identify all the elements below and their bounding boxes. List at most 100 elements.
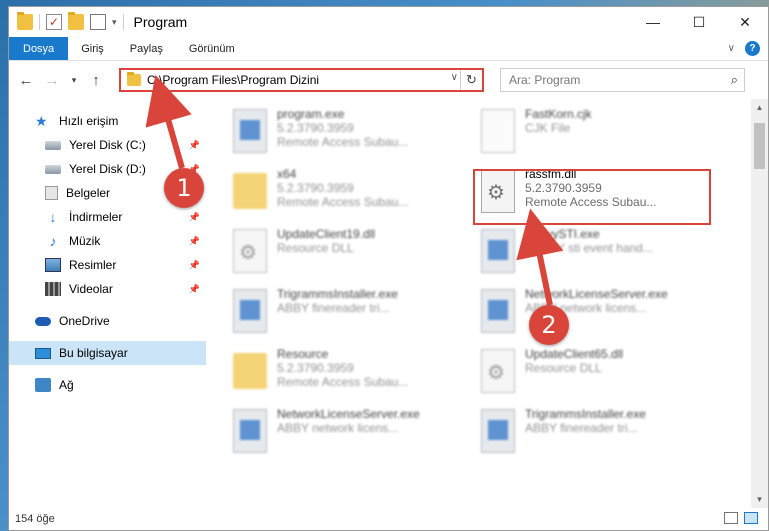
address-row: ← → ▾ ↑ C:\Program Files\Program Dizini … — [9, 61, 768, 99]
tab-home[interactable]: Giriş — [68, 37, 117, 60]
view-switcher — [724, 512, 758, 524]
file-detail: ABBY finereader tri... — [525, 421, 638, 435]
exe-icon — [233, 109, 267, 153]
sidebar-item-10[interactable]: Ağ — [9, 373, 206, 397]
sidebar-item-5[interactable]: ♪ Müzik 📌 — [9, 229, 206, 253]
file-name: NetworkLicenseServer.exe — [277, 407, 420, 421]
window-title: Program — [133, 14, 188, 30]
file-name: UpdateClient65.dll — [525, 347, 624, 361]
dll-gear-icon — [481, 349, 515, 393]
file-item[interactable]: Resource 5.2.3790.3959 Remote Access Subau… — [233, 345, 473, 401]
download-icon: ↓ — [49, 209, 57, 225]
tab-view[interactable]: Görünüm — [176, 37, 248, 60]
details-view-icon[interactable] — [724, 512, 738, 524]
file-icon — [481, 109, 515, 153]
sidebar-item-label: Videolar — [69, 282, 113, 296]
file-item[interactable]: UpdateClient19.dllResource DLL — [233, 225, 473, 281]
main-area: ★ Hızlı erişim Yerel Disk (C:) 📌 Yerel Disk … — [9, 99, 768, 508]
file-item[interactable]: TrigrammsInstaller.exe ABBY finereader tr… — [233, 285, 473, 341]
file-text: Resource 5.2.3790.3959 Remote Access Subau… — [277, 345, 408, 389]
new-folder-icon[interactable] — [68, 12, 84, 30]
folder-icon — [17, 12, 33, 30]
toolbar-dropdown-icon[interactable]: ▾ — [112, 17, 117, 28]
search-placeholder[interactable]: Ara: Program — [509, 73, 580, 87]
tab-share[interactable]: Paylaş — [117, 37, 176, 60]
file-item[interactable]: NetworkLicenseServer.exe ABBY network lic… — [233, 405, 473, 461]
pin-icon[interactable]: 📌 — [189, 260, 200, 271]
folder-icon — [233, 173, 267, 209]
sidebar-item-7[interactable]: Videolar 📌 — [9, 277, 206, 301]
cloud-icon — [35, 316, 51, 326]
sidebar-item-label: Belgeler — [66, 186, 111, 200]
exe-icon — [481, 289, 515, 333]
refresh-button[interactable]: ↻ — [460, 70, 482, 90]
pin-icon[interactable]: 📌 — [189, 212, 200, 223]
sidebar-item-4[interactable]: ↓ İndirmeler 📌 — [9, 205, 206, 229]
sidebar-item-9[interactable]: Bu bilgisayar — [9, 341, 206, 365]
disk-icon — [45, 140, 61, 150]
file-item[interactable]: UpdateClient65.dllResource DLL — [481, 345, 721, 401]
file-text: program.exe 5.2.3790.3959 Remote Access Su… — [277, 105, 408, 149]
file-item[interactable]: AbbyySTI.exe ABBYY sti event hand... — [481, 225, 721, 281]
file-text: FastKorn.cjk CJK File — [525, 105, 592, 135]
dll-gear-icon — [233, 229, 267, 273]
sidebar-item-8[interactable]: OneDrive — [9, 309, 206, 333]
file-list: program.exe 5.2.3790.3959 Remote Access Su… — [207, 99, 768, 508]
computer-icon — [35, 347, 51, 359]
expand-ribbon-icon[interactable]: ∨ — [728, 43, 735, 54]
close-button[interactable]: ✕ — [722, 7, 768, 37]
highlight-box-file — [473, 169, 711, 225]
help-icon[interactable]: ? — [745, 41, 760, 56]
customize-toolbar-icon[interactable] — [90, 14, 106, 30]
file-detail: 5.2.3790.3959 — [277, 121, 354, 135]
address-dropdown-icon[interactable]: ∨ — [451, 72, 458, 83]
pin-icon[interactable]: 📌 — [189, 284, 200, 295]
file-description: Remote Access Subau... — [277, 195, 409, 209]
file-text: UpdateClient65.dll Resource DLL — [525, 345, 623, 375]
videos-icon — [45, 282, 61, 296]
back-button[interactable]: ← — [15, 72, 37, 89]
scroll-thumb[interactable] — [754, 123, 765, 169]
maximize-button[interactable]: ☐ — [676, 7, 722, 37]
recent-locations-button[interactable]: ▾ — [67, 75, 81, 86]
pin-icon[interactable]: 📌 — [189, 236, 200, 247]
scroll-up-icon[interactable]: ▲ — [751, 99, 768, 116]
tab-file[interactable]: Dosya — [9, 37, 69, 60]
sidebar-item-label: Müzik — [69, 234, 101, 248]
file-item[interactable]: TrigrammsInstaller.exe ABBY finereader tr… — [481, 405, 721, 461]
tiles-view-icon[interactable] — [744, 512, 758, 524]
file-item[interactable]: program.exe 5.2.3790.3959 Remote Access Su… — [233, 105, 473, 161]
vertical-scrollbar[interactable]: ▲ ▼ — [751, 99, 768, 508]
address-bar[interactable]: C:\Program Files\Program Dizini ∨ ↻ — [119, 68, 484, 92]
up-button[interactable]: ↑ — [85, 72, 107, 89]
file-item[interactable]: x64 5.2.3790.3959 Remote Access Subau... — [233, 165, 473, 221]
file-name: AbbyySTI.exe — [525, 227, 600, 241]
item-count: 154 öğe — [15, 513, 55, 525]
file-detail: ABBYY sti event hand... — [525, 241, 653, 255]
file-detail: CJK File — [525, 121, 571, 135]
ribbon-tabs: Dosya Giriş Paylaş Görünüm ∨ ? — [9, 37, 768, 61]
file-detail: Resource DLL — [277, 241, 354, 255]
properties-check-icon[interactable]: ✓ — [46, 14, 62, 30]
file-item[interactable]: FastKorn.cjk CJK File — [481, 105, 721, 161]
sidebar-item-1[interactable]: Yerel Disk (C:) 📌 — [9, 133, 206, 157]
pictures-icon — [45, 258, 61, 272]
search-icon[interactable]: ⌕ — [731, 72, 738, 88]
file-item[interactable]: NetworkLicenseServer.exe ABBY network lic… — [481, 285, 721, 341]
step-marker-1: 1 — [164, 168, 204, 208]
title-bar: ✓ ▾ Program — ☐ ✕ — [9, 7, 768, 37]
address-path[interactable]: C:\Program Files\Program Dizini — [147, 73, 319, 87]
pin-icon[interactable]: 📌 — [189, 140, 200, 151]
search-box[interactable]: Ara: Program ⌕ — [500, 68, 745, 92]
sidebar-item-0[interactable]: ★ Hızlı erişim — [9, 109, 206, 133]
status-bar: 154 öğe — [9, 508, 768, 530]
forward-button[interactable]: → — [41, 72, 63, 89]
scroll-down-icon[interactable]: ▼ — [751, 491, 768, 508]
quick-access-toolbar: ✓ ▾ — [9, 12, 124, 30]
minimize-button[interactable]: — — [630, 7, 676, 37]
file-text: AbbyySTI.exe ABBYY sti event hand... — [525, 225, 653, 255]
sidebar-item-6[interactable]: Resimler 📌 — [9, 253, 206, 277]
file-detail: 5.2.3790.3959 — [277, 361, 354, 375]
